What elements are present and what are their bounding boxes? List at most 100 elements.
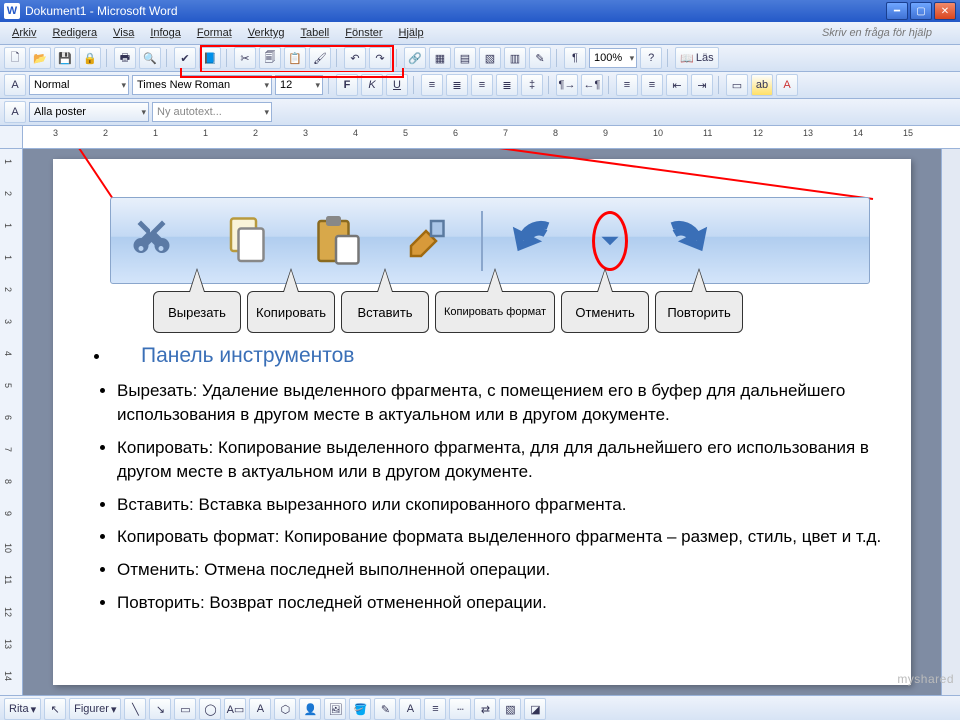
menu-tabell[interactable]: Tabell xyxy=(292,25,337,41)
decrease-indent-button[interactable]: ⇤ xyxy=(666,74,688,96)
font-combo[interactable]: Times New Roman xyxy=(132,75,272,95)
underline-button[interactable]: U xyxy=(386,74,408,96)
horizontal-ruler[interactable]: 321123456789101112131415 xyxy=(23,126,960,148)
redo-button[interactable]: ↷ xyxy=(369,47,391,69)
font-color-draw-button[interactable]: A xyxy=(399,698,421,720)
menu-infoga[interactable]: Infoga xyxy=(142,25,189,41)
line-button[interactable]: ╲ xyxy=(124,698,146,720)
wordart-button[interactable]: A xyxy=(4,101,26,123)
picture-button[interactable]: 🖼 xyxy=(324,698,346,720)
undo-button[interactable]: ↶ xyxy=(344,47,366,69)
format-painter-button[interactable]: 🖌 xyxy=(309,47,331,69)
shadow-button[interactable]: ▧ xyxy=(499,698,521,720)
menu-redigera[interactable]: Redigera xyxy=(44,25,105,41)
vertical-ruler[interactable]: 1211234567891011121314 xyxy=(0,149,23,695)
callout-format-painter: Копировать формат xyxy=(435,291,555,333)
italic-button[interactable]: K xyxy=(361,74,383,96)
minimize-button[interactable]: ━ xyxy=(886,2,908,20)
separator xyxy=(556,49,559,67)
line-style-button[interactable]: ≡ xyxy=(424,698,446,720)
excel-button[interactable]: ▧ xyxy=(479,47,501,69)
menu-visa[interactable]: Visa xyxy=(105,25,142,41)
font-size-combo[interactable]: 12 xyxy=(275,75,323,95)
insert-table-button[interactable]: ▤ xyxy=(454,47,476,69)
print-button[interactable]: 🖶 xyxy=(114,47,136,69)
cut-button[interactable]: ✂ xyxy=(234,47,256,69)
ltr-button[interactable]: ¶→ xyxy=(556,74,578,96)
align-center-button[interactable]: ≣ xyxy=(446,74,468,96)
vertical-scrollbar[interactable] xyxy=(941,149,960,695)
columns-button[interactable]: ▥ xyxy=(504,47,526,69)
bold-button[interactable]: F xyxy=(336,74,358,96)
justify-button[interactable]: ≣ xyxy=(496,74,518,96)
highlight-button[interactable]: ab xyxy=(751,74,773,96)
ruler: 321123456789101112131415 xyxy=(0,126,960,149)
line-spacing-button[interactable]: ‡ xyxy=(521,74,543,96)
research-button[interactable]: 📘 xyxy=(199,47,221,69)
style-combo[interactable]: Normal xyxy=(29,75,129,95)
separator xyxy=(396,49,399,67)
menu-verktyg[interactable]: Verktyg xyxy=(240,25,293,41)
close-button[interactable]: ✕ xyxy=(934,2,956,20)
textbox-button[interactable]: A▭ xyxy=(224,698,246,720)
wordart-shape-button[interactable]: A xyxy=(249,698,271,720)
menu-format[interactable]: Format xyxy=(189,25,240,41)
arrow-style-button[interactable]: ⇄ xyxy=(474,698,496,720)
workspace: 1211234567891011121314 xyxy=(0,149,960,695)
drawing-button[interactable]: ✎ xyxy=(529,47,551,69)
help-search-hint[interactable]: Skriv en fråga för hjälp xyxy=(822,27,956,39)
format-painter-icon xyxy=(391,206,461,276)
description-item: Копировать: Копирование выделенного фраг… xyxy=(117,436,887,484)
autoshapes-button[interactable]: Figurer ▾ xyxy=(69,698,121,720)
window-title: Dokument1 - Microsoft Word xyxy=(25,4,886,18)
separator xyxy=(328,76,331,94)
permissions-button[interactable]: 🔒 xyxy=(79,47,101,69)
menu-fonster[interactable]: Fönster xyxy=(337,25,390,41)
separator-large xyxy=(481,211,483,271)
font-color-button[interactable]: A xyxy=(776,74,798,96)
print-preview-button[interactable]: 🔍 xyxy=(139,47,161,69)
description-item: Вставить: Вставка вырезанного или скопир… xyxy=(117,493,887,517)
maximize-button[interactable]: ▢ xyxy=(910,2,932,20)
fill-color-button[interactable]: 🪣 xyxy=(349,698,371,720)
menu-arkiv[interactable]: Arkiv xyxy=(4,25,44,41)
document-map-button[interactable]: ¶ xyxy=(564,47,586,69)
copy-button[interactable]: 🗐 xyxy=(259,47,281,69)
line-color-button[interactable]: ✎ xyxy=(374,698,396,720)
save-button[interactable]: 💾 xyxy=(54,47,76,69)
bullet-list-button[interactable]: ≡ xyxy=(641,74,663,96)
open-button[interactable]: 📂 xyxy=(29,47,51,69)
callout-redo: Повторить xyxy=(655,291,743,333)
align-right-button[interactable]: ≡ xyxy=(471,74,493,96)
draw-menu-button[interactable]: Rita ▾ xyxy=(4,698,41,720)
menu-hjalp[interactable]: Hjälp xyxy=(391,25,432,41)
diagram-button[interactable]: ⬡ xyxy=(274,698,296,720)
styles-pane-button[interactable]: A xyxy=(4,74,26,96)
tables-borders-button[interactable]: ▦ xyxy=(429,47,451,69)
dash-style-button[interactable]: ┄ xyxy=(449,698,471,720)
rtl-button[interactable]: ←¶ xyxy=(581,74,603,96)
alla-poster-combo[interactable]: Alla poster xyxy=(29,102,149,122)
hyperlink-button[interactable]: 🔗 xyxy=(404,47,426,69)
clipart-button[interactable]: 👤 xyxy=(299,698,321,720)
borders-button[interactable]: ▭ xyxy=(726,74,748,96)
3d-button[interactable]: ◪ xyxy=(524,698,546,720)
increase-indent-button[interactable]: ⇥ xyxy=(691,74,713,96)
spelling-button[interactable]: ✔ xyxy=(174,47,196,69)
help-button[interactable]: ? xyxy=(640,47,662,69)
rectangle-button[interactable]: ▭ xyxy=(174,698,196,720)
select-arrow-button[interactable]: ↖ xyxy=(44,698,66,720)
separator xyxy=(413,76,416,94)
oval-button[interactable]: ◯ xyxy=(199,698,221,720)
align-left-button[interactable]: ≡ xyxy=(421,74,443,96)
separator xyxy=(226,49,229,67)
read-button[interactable]: 📖 Läs xyxy=(675,47,718,69)
numbered-list-button[interactable]: ≡ xyxy=(616,74,638,96)
ny-autotext-combo[interactable]: Ny autotext... xyxy=(152,102,272,122)
new-doc-button[interactable]: 🗋 xyxy=(4,47,26,69)
arrow-button[interactable]: ↘ xyxy=(149,698,171,720)
description-list: Вырезать: Удаление выделенного фрагмента… xyxy=(93,379,887,614)
zoom-combo[interactable]: 100% xyxy=(589,48,637,68)
description-item: Вырезать: Удаление выделенного фрагмента… xyxy=(117,379,887,427)
paste-button[interactable]: 📋 xyxy=(284,47,306,69)
